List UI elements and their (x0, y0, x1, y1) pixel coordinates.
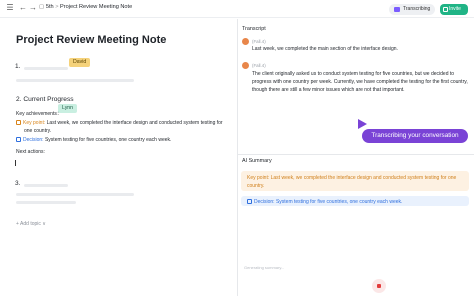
transcript-line: Last week, we completed the main section… (252, 46, 398, 52)
decision-icon (16, 137, 23, 143)
add-topic-button[interactable]: + Add topic ∨ (16, 221, 46, 227)
breadcrumb-title: Project Review Meeting Note (60, 4, 133, 10)
speaker-avatar (242, 38, 249, 45)
summary-key-point[interactable]: Key point: Last week, we completed the i… (241, 171, 469, 191)
key-point-item[interactable]: Key point: Last week, we completed the i… (16, 119, 226, 127)
forward-arrow-icon[interactable]: → (28, 3, 38, 13)
key-point-prefix: Key point: (23, 120, 46, 126)
content-placeholder[interactable] (16, 79, 134, 82)
text-cursor (15, 160, 16, 166)
key-point-icon (16, 120, 23, 126)
summary-key-point-text: Key point: Last week, we completed the i… (247, 175, 457, 181)
section-1-placeholder[interactable] (24, 67, 68, 70)
breadcrumb: ▢ 5th > Project Review Meeting Note (39, 4, 132, 10)
next-actions-label[interactable]: Next actions: (16, 149, 45, 155)
key-point-text: Last week, we completed the interface de… (45, 120, 223, 126)
section-1-number: 1. (15, 63, 21, 70)
page-title[interactable]: Project Review Meeting Note (16, 34, 166, 46)
speaker-name-2: (Fall.4) (252, 63, 266, 68)
transcribe-icon (394, 7, 400, 12)
top-bar: ☰ ← → ▢ 5th > Project Review Meeting Not… (0, 0, 474, 18)
section-divider (238, 154, 474, 155)
breadcrumb-separator: > (55, 4, 59, 10)
pane-divider[interactable] (237, 19, 238, 296)
summary-status: Generating summary... (244, 265, 285, 270)
transcript-line-2c: though there are still a few minor issue… (252, 87, 405, 93)
decision-item[interactable]: Decision: System testing for five countr… (16, 136, 226, 144)
breadcrumb-parent[interactable]: 5th (46, 4, 54, 10)
speaker-avatar-2 (242, 62, 249, 69)
sidebar-toggle-icon[interactable]: ☰ (5, 3, 15, 13)
collaborator-tag-david: David (69, 58, 91, 67)
ai-summary-heading: AI Summary (242, 158, 272, 164)
cursor-pointer-icon (358, 119, 367, 129)
back-arrow-icon[interactable]: ← (18, 3, 28, 13)
folder-icon: ▢ (39, 4, 45, 10)
speaker-name: (Fall.4) (252, 39, 266, 44)
section-2-title[interactable]: 2. Current Progress (16, 96, 74, 103)
stop-icon (377, 284, 381, 288)
invite-label: Invite (449, 6, 461, 12)
summary-key-point-text-continued: country. (247, 183, 265, 189)
summary-decision-text: Decision: System testing for five countr… (254, 199, 403, 205)
invite-button[interactable]: Invite (440, 4, 468, 15)
content-placeholder-2[interactable] (16, 193, 134, 196)
transcribing-conversation-button[interactable]: Transcribing your conversation (362, 129, 468, 143)
decision-prefix: Decision: (23, 137, 44, 143)
stop-recording-button[interactable] (372, 279, 386, 293)
transcribing-label: Transcribing (403, 6, 431, 12)
transcript-heading: Transcript (242, 26, 266, 32)
content-placeholder-3[interactable] (16, 201, 76, 204)
key-point-text-continued[interactable]: one country. (24, 127, 224, 135)
transcribing-button[interactable]: Transcribing (389, 4, 435, 15)
decision-text: System testing for five countries, one c… (43, 137, 172, 143)
section-3-placeholder[interactable] (24, 184, 68, 187)
invite-icon (443, 7, 448, 12)
summary-decision[interactable]: Decision: System testing for five countr… (241, 196, 469, 206)
section-3-number: 3. (15, 180, 21, 187)
key-achievements-label[interactable]: Key achievements： (16, 110, 62, 117)
decision-icon-2 (247, 199, 254, 205)
